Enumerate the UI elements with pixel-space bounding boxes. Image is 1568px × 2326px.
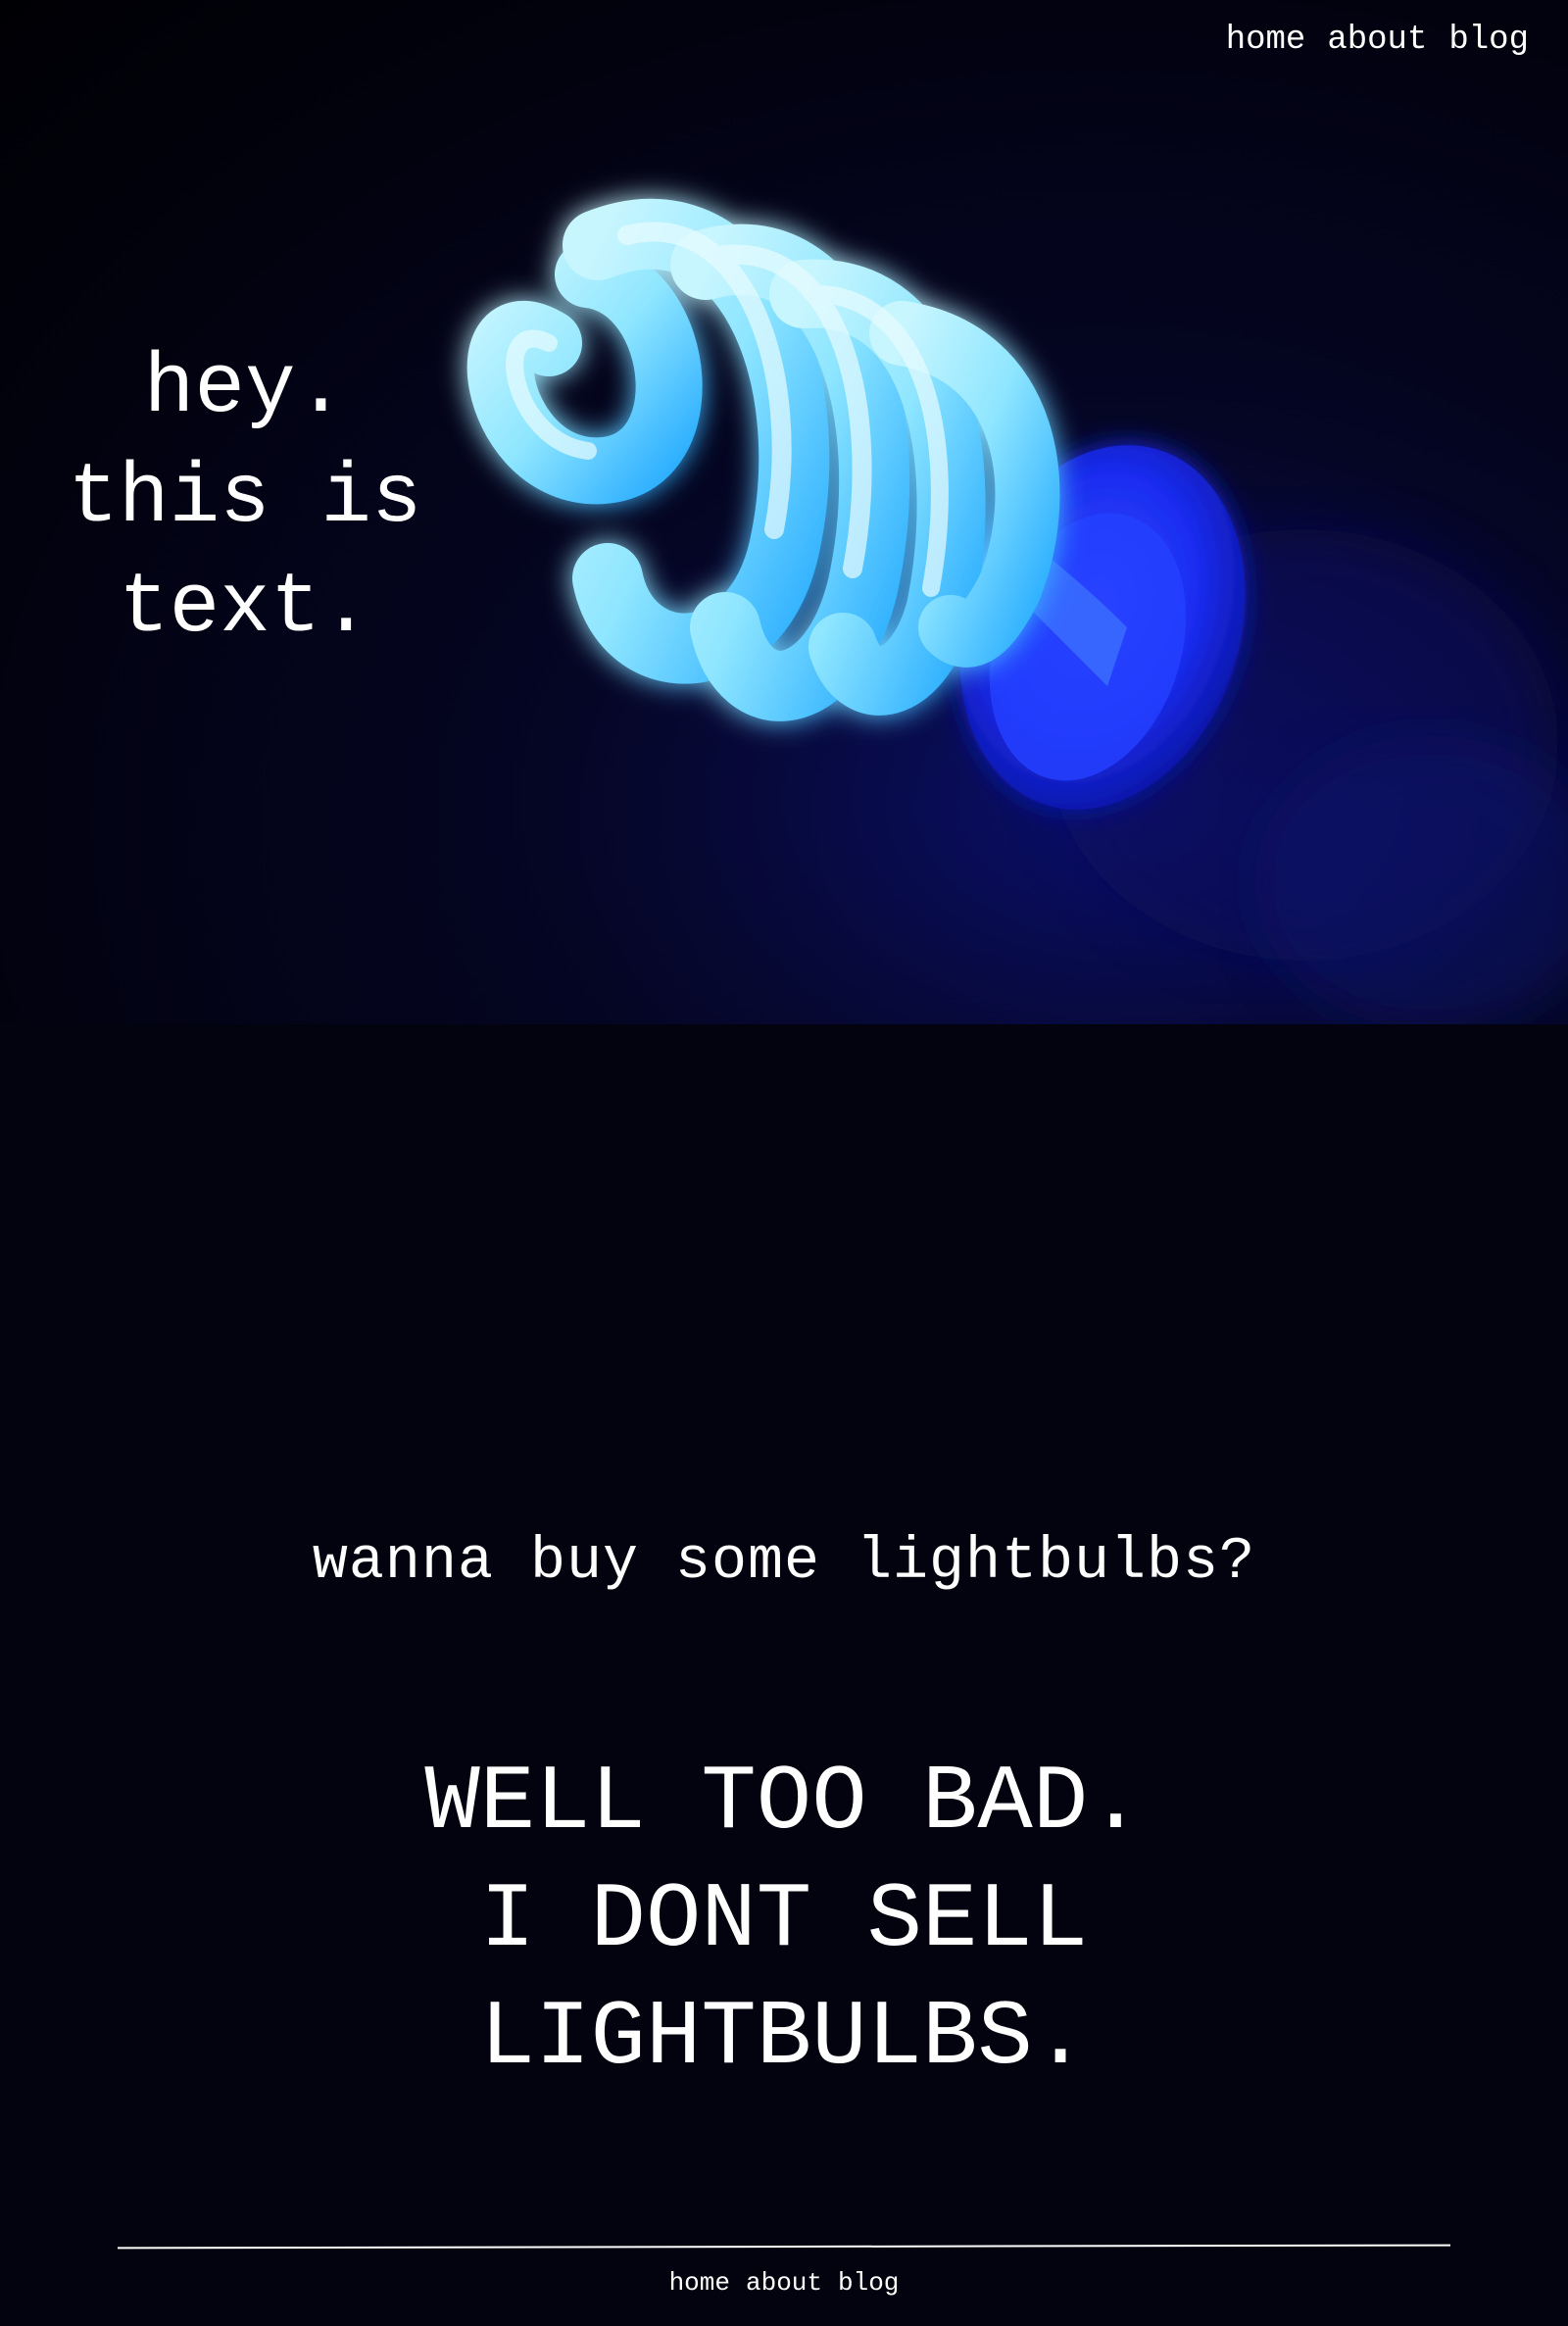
footer-nav: home about blog	[0, 2268, 1568, 2298]
hero-line: hey.	[143, 340, 347, 436]
answer-line: WELL TOO BAD.	[424, 1752, 1144, 1856]
footer-blog-link[interactable]: blog	[838, 2268, 899, 2298]
footer-divider	[117, 2244, 1451, 2250]
hero-section: home about blog hey. this is text.	[0, 0, 1568, 1024]
nav-blog-link[interactable]: blog	[1448, 22, 1529, 59]
nav-home-link[interactable]: home	[1226, 22, 1306, 59]
answer-line: I DONT SELL	[479, 1869, 1089, 1973]
hero-line: this is	[68, 450, 422, 546]
footer-about-link[interactable]: about	[746, 2268, 822, 2298]
answer-heading: WELL TOO BAD. I DONT SELL LIGHTBULBS.	[0, 1745, 1568, 2098]
top-nav: home about blog	[1226, 22, 1529, 59]
hero-line: text.	[118, 560, 372, 656]
hero-heading: hey. this is text.	[0, 333, 490, 663]
question-text: wanna buy some lightbulbs?	[312, 1529, 1256, 1596]
answer-line: LIGHTBULBS.	[479, 1987, 1089, 2091]
nav-about-link[interactable]: about	[1327, 22, 1427, 59]
page: home about blog hey. this is text. wanna…	[0, 0, 1568, 2326]
footer-home-link[interactable]: home	[669, 2268, 730, 2298]
